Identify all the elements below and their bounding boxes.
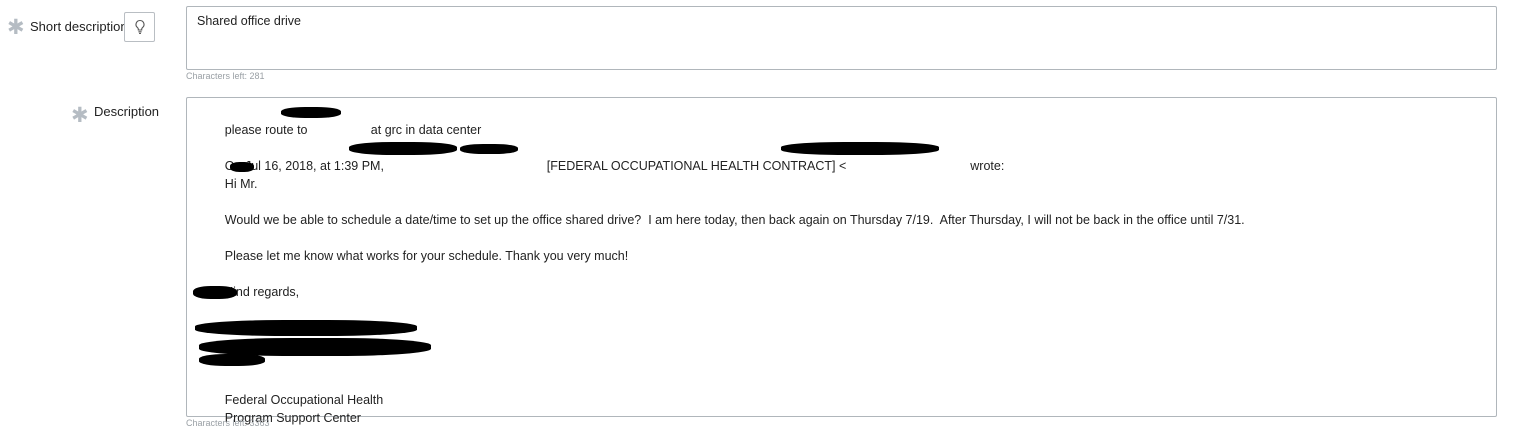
redaction-mark bbox=[230, 162, 254, 172]
short-description-label: Short description bbox=[30, 19, 128, 34]
redaction-mark bbox=[195, 320, 417, 336]
redaction-mark bbox=[281, 107, 341, 118]
description-textarea[interactable]: please route to at grc in data center On… bbox=[186, 97, 1497, 425]
text-fragment: Please let me know what works for your s… bbox=[224, 249, 629, 263]
redaction-mark bbox=[199, 354, 265, 366]
text-fragment: Hi Mr. bbox=[224, 177, 261, 191]
redaction-mark bbox=[460, 144, 518, 154]
required-asterisk-icon: ✱ bbox=[71, 103, 89, 127]
short-description-counter: Characters left: 281 bbox=[186, 71, 265, 81]
short-description-row: ✱ Short description Shared office drive … bbox=[0, 0, 1518, 85]
short-description-input[interactable]: Shared office drive bbox=[186, 6, 1497, 70]
description-row: ✱ Description please route to at grc in … bbox=[0, 90, 1518, 433]
text-fragment: wrote: bbox=[966, 159, 1005, 173]
description-label: Description bbox=[94, 104, 160, 119]
required-asterisk-icon: ✱ bbox=[7, 15, 25, 39]
redaction-mark bbox=[781, 142, 939, 155]
lightbulb-icon bbox=[134, 19, 145, 34]
text-fragment: at grc in data center bbox=[370, 123, 482, 137]
text-fragment: [FEDERAL OCCUPATIONAL HEALTH CONTRACT] < bbox=[546, 159, 847, 173]
suggestion-lightbulb-button[interactable] bbox=[124, 12, 155, 42]
redaction-mark bbox=[193, 286, 237, 299]
short-description-value: Shared office drive bbox=[197, 14, 301, 28]
redaction-mark bbox=[349, 142, 457, 155]
desc-line-header-wrote: wrote: bbox=[939, 139, 1004, 193]
text-fragment: Would we be able to schedule a date/time… bbox=[224, 213, 1245, 227]
description-counter: Characters left: 3363 bbox=[186, 418, 270, 428]
text-fragment: please route to bbox=[224, 123, 311, 137]
